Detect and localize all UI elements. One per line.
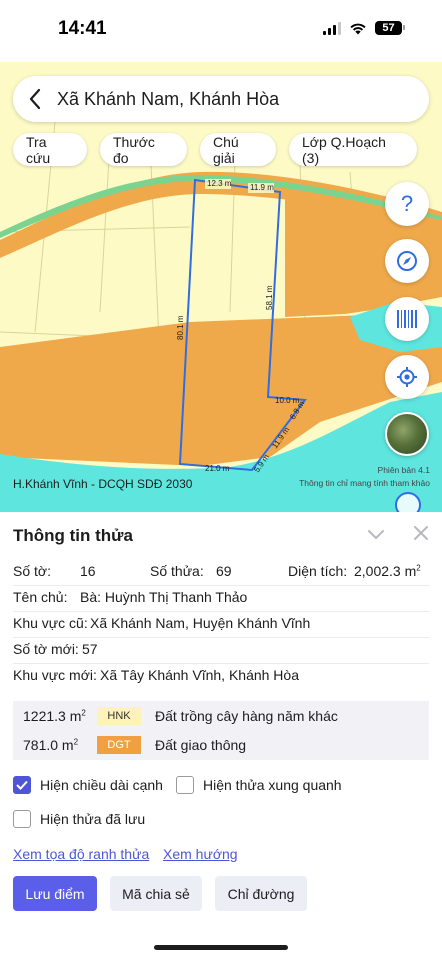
directions-button[interactable]: Chỉ đường [215, 876, 307, 911]
view-direction-link[interactable]: Xem hướng [163, 846, 238, 862]
land-use-code-badge: DGT [97, 736, 141, 754]
divider [13, 585, 429, 586]
chip-thuoc-do[interactable]: Thước đo [100, 133, 187, 166]
show-edge-length-checkbox[interactable]: Hiện chiều dài cạnh [13, 776, 163, 794]
search-title[interactable]: Xã Khánh Nam, Khánh Hòa [57, 89, 279, 110]
land-use-area: 1221.3 m2 [23, 708, 86, 724]
khu-vuc-moi-value: Xã Tây Khánh Vĩnh, Khánh Hòa [100, 667, 299, 683]
land-use-name: Đất trồng cây hàng năm khác [155, 708, 338, 724]
chip-tra-cuu[interactable]: Tra cứu [13, 133, 87, 166]
svg-text:?: ? [401, 193, 413, 215]
map-canvas[interactable]: 12.3 m 11.9 m 80.1 m 58.1 m 10.0 m 6.8 m… [0, 62, 442, 512]
edge-label-top-right: 11.9 m [250, 183, 274, 192]
back-button[interactable] [13, 76, 57, 122]
cellular-signal-icon [323, 21, 341, 35]
land-use-code-badge: HNK [97, 707, 141, 725]
chevron-left-icon [29, 88, 41, 110]
dien-tich-value: 2,002.3 m2 [354, 563, 421, 579]
satellite-layer-button[interactable] [385, 412, 429, 456]
checkbox-label: Hiện chiều dài cạnh [40, 777, 163, 793]
khu-vuc-cu-value: Xã Khánh Nam, Huyện Khánh Vĩnh [90, 615, 311, 631]
divider [13, 663, 429, 664]
land-use-row: 781.0 m2 DGT Đất giao thông [13, 730, 429, 760]
divider [13, 637, 429, 638]
land-use-name: Đất giao thông [155, 737, 247, 753]
sheet-title: Thông tin thửa [13, 526, 133, 545]
checkbox-unchecked[interactable] [176, 776, 194, 794]
chip-lop-quy-hoach[interactable]: Lớp Q.Hoạch (3) [289, 133, 417, 166]
so-to-moi-value: 57 [82, 641, 98, 657]
checkbox-unchecked[interactable] [13, 810, 31, 828]
edge-label-top-left: 12.3 m [207, 179, 232, 188]
checkbox-checked[interactable] [13, 776, 31, 794]
my-location-button[interactable] [385, 355, 429, 399]
show-saved-parcels-checkbox[interactable]: Hiện thửa đã lưu [13, 810, 145, 828]
edge-label-left: 80.1 m [176, 315, 185, 340]
barcode-icon [397, 310, 417, 328]
share-code-button[interactable]: Mã chia sẻ [110, 876, 202, 911]
barcode-button[interactable] [385, 297, 429, 341]
checkmark-icon [16, 780, 28, 790]
land-use-row: 1221.3 m2 HNK Đất trồng cây hàng năm khá… [13, 701, 429, 731]
battery-icon: 57 [375, 21, 405, 35]
ten-chu-label: Tên chủ: [13, 589, 68, 605]
save-point-button[interactable]: Lưu điểm [13, 876, 97, 911]
show-neighbor-parcels-checkbox[interactable]: Hiện thửa xung quanh [176, 776, 342, 794]
chevron-down-icon[interactable] [366, 524, 386, 544]
map-view[interactable]: 12.3 m 11.9 m 80.1 m 58.1 m 10.0 m 6.8 m… [0, 62, 442, 512]
so-to-label: Số tờ: [13, 563, 51, 579]
so-to-value: 16 [80, 563, 96, 579]
map-source-label: H.Khánh Vĩnh - DCQH SDĐ 2030 [13, 477, 193, 491]
map-version-label: Phiên bản 4.1 [377, 465, 430, 475]
so-thua-value: 69 [216, 563, 232, 579]
home-indicator [154, 945, 288, 950]
wifi-icon [350, 23, 366, 35]
land-use-area: 781.0 m2 [23, 737, 79, 753]
edge-label-right-upper: 58.1 m [265, 285, 274, 310]
khu-vuc-cu-label: Khu vực cũ: [13, 615, 88, 631]
current-location-marker [395, 492, 421, 512]
ten-chu-value: Bà: Huỳnh Thị Thanh Thảo [80, 589, 248, 605]
crosshair-icon [397, 367, 417, 387]
so-thua-label: Số thửa: [150, 563, 204, 579]
view-boundary-coordinates-link[interactable]: Xem tọa độ ranh thửa [13, 846, 149, 862]
battery-level: 57 [382, 22, 395, 34]
divider [13, 611, 429, 612]
khu-vuc-moi-label: Khu vực mới: [13, 667, 97, 683]
compass-button[interactable] [385, 239, 429, 283]
so-to-moi-label: Số tờ mới: [13, 641, 79, 657]
status-bar: 14:41 57 [0, 0, 442, 62]
compass-icon [397, 251, 417, 271]
checkbox-label: Hiện thửa xung quanh [203, 777, 342, 793]
help-button[interactable]: ? [385, 182, 429, 226]
close-icon[interactable] [412, 524, 430, 542]
search-bar[interactable]: Xã Khánh Nam, Khánh Hòa [13, 76, 429, 122]
filter-chips: Tra cứu Thước đo Chú giải Lớp Q.Hoạch (3… [13, 133, 417, 166]
checkbox-label: Hiện thửa đã lưu [40, 811, 146, 827]
parcel-info-sheet: Thông tin thửa Số tờ: 16 Số thửa: 69 Diệ… [0, 512, 442, 960]
map-disclaimer: Thông tin chỉ mang tính tham khảo [299, 478, 430, 488]
status-icons: 57 [323, 21, 405, 35]
question-mark-icon: ? [401, 193, 413, 215]
dien-tich-label: Diện tích: [288, 563, 348, 579]
chip-chu-giai[interactable]: Chú giải [200, 133, 276, 166]
edge-label-bottom: 21.0 m [205, 464, 230, 473]
status-time: 14:41 [58, 18, 107, 39]
